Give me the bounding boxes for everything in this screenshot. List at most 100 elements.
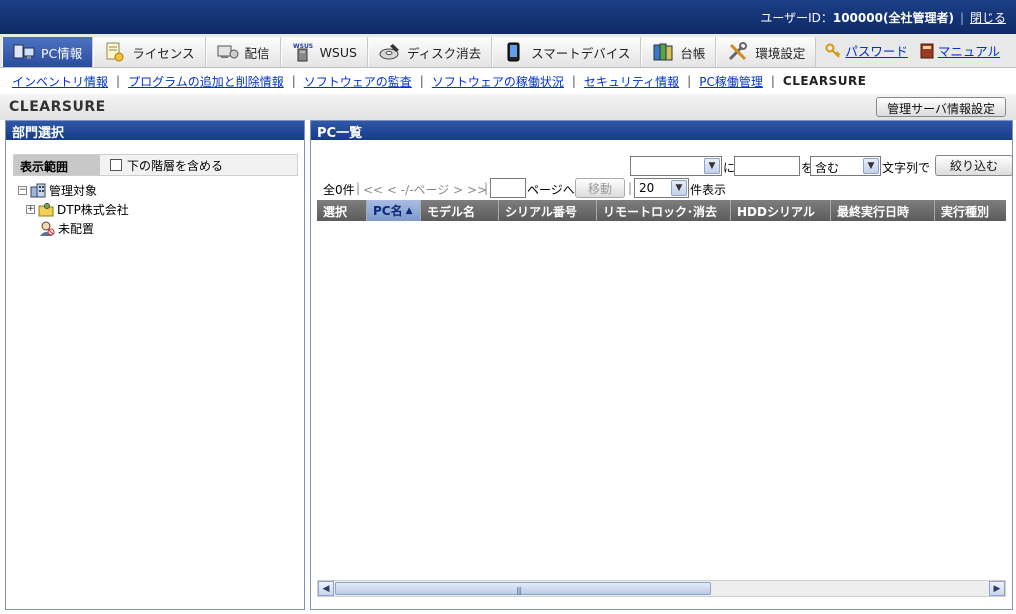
tab-label: ディスク消去 [406,45,482,61]
server-info-settings-button[interactable]: 管理サーバ情報設定 [876,97,1006,117]
subnav-inventory[interactable]: インベントリ情報 [12,73,116,90]
department-tree: − 管理対象 + DTP株式会社 未配置 [18,181,129,238]
key-icon [825,43,841,58]
tab-settings[interactable]: 環境設定 [716,37,817,67]
tree-node-unassigned[interactable]: 未配置 [18,219,129,238]
header-links: パスワード マニュアル [825,34,1016,67]
tree-label: DTP株式会社 [57,203,129,217]
tab-label: PC情報 [41,45,83,61]
column-model[interactable]: モデル名 [421,200,499,221]
pc-list-panel-title: PC一覧 [311,121,1012,141]
tab-label: WSUS [319,44,357,60]
chevron-down-icon: ▼ [863,158,879,174]
pc-info-icon [13,44,35,59]
column-remote-lock[interactable]: リモートロック･消去 [597,200,731,221]
department-panel: 部門選択 表示範囲 下の階層を含める − 管理対象 + DTP株式会社 未配置 [5,120,305,610]
tab-wsus[interactable]: WSUS WSUS [280,37,368,67]
separator: | [959,10,964,25]
subnav-current: CLEARSURE [782,74,867,88]
per-page-select[interactable]: 20 ▼ [634,178,689,198]
smart-device-icon [507,42,520,62]
column-run-type[interactable]: 実行種別 [935,200,1006,221]
expand-icon[interactable]: + [26,205,35,214]
tree-node-root[interactable]: − 管理対象 [18,181,129,200]
match-mode-value: 含む [815,161,840,175]
separator: | [484,181,489,195]
tree-label: 未配置 [58,222,95,236]
pc-table-header: 選択 PC名 ▲ モデル名 シリアル番号 リモートロック･消去 HDDシリアル … [317,200,1006,221]
scrollbar-thumb[interactable]: ||| [335,582,711,595]
page-navigation[interactable]: << < -/-ページ > >> [363,181,487,198]
column-serial[interactable]: シリアル番号 [499,200,597,221]
filter-suffix-label: 文字列で [882,161,931,175]
page-number-input[interactable] [490,178,526,198]
horizontal-scrollbar[interactable]: ◀ ||| ▶ [317,580,1006,597]
tab-pc-info[interactable]: PC情報 [2,37,94,67]
scroll-left-icon[interactable]: ◀ [318,581,334,596]
sort-ascending-icon: ▲ [405,205,413,216]
user-label: ユーザーID： [760,11,833,25]
manual-link[interactable]: マニュアル [920,41,1000,60]
apply-filter-button[interactable]: 絞り込む [935,155,1014,176]
pc-table-body [317,221,1006,579]
manual-book-icon [920,43,934,58]
tab-smart-device[interactable]: スマートデバイス [492,37,642,67]
user-info: ユーザーID： 100000(全社管理者) | 閉じる [760,9,1006,26]
scroll-right-icon[interactable]: ▶ [989,581,1005,596]
unassigned-user-icon [40,221,55,236]
tab-delivery[interactable]: 配信 [205,37,281,67]
scope-row: 表示範囲 下の階層を含める [13,154,298,176]
include-sublevels-label: 下の階層を含める [127,158,224,173]
filter-field-select[interactable]: ▼ [630,156,722,176]
tree-node-company[interactable]: + DTP株式会社 [18,200,129,219]
move-button[interactable]: 移動 [575,178,626,198]
chevron-down-icon: ▼ [671,180,687,196]
tab-label: ライセンス [132,45,195,61]
separator: | [356,181,361,195]
sub-navigation: インベントリ情報 | プログラムの追加と削除情報 | ソフトウェアの監査 | ソ… [0,68,1016,94]
subnav-software-usage[interactable]: ソフトウェアの稼働状況 [424,73,572,90]
column-select[interactable]: 選択 [317,200,367,221]
subnav-security[interactable]: セキュリティ情報 [576,73,687,90]
tab-license[interactable]: ライセンス [93,37,206,67]
chevron-down-icon: ▼ [704,158,720,174]
tab-ledger[interactable]: 台帳 [641,37,717,67]
manual-label: マニュアル [937,44,1000,59]
subnav-pc-operation[interactable]: PC稼働管理 [691,73,771,90]
separator: | [628,181,633,195]
match-mode-select[interactable]: 含む ▼ [810,156,881,176]
tab-label: スマートデバイス [531,45,631,61]
include-sublevels-option[interactable]: 下の階層を含める [100,155,297,175]
subnav-software-audit[interactable]: ソフトウェアの監査 [296,73,420,90]
tab-label: 配信 [244,45,270,61]
per-page-value: 20 [639,181,655,195]
user-id: 100000(全社管理者) [832,11,954,25]
tab-label: 台帳 [680,45,706,61]
include-sublevels-checkbox[interactable] [110,159,122,171]
column-last-run[interactable]: 最終実行日時 [831,200,935,221]
column-pc-name[interactable]: PC名 ▲ [367,200,421,221]
close-link[interactable]: 閉じる [970,9,1006,26]
page-title: CLEARSURE [9,99,106,115]
filter-text-input[interactable] [734,156,800,176]
main-tabs: PC情報 ライセンス 配信 WSUS WSUS ディスク消去 スマートデバイス … [0,34,1016,68]
settings-tools-icon [729,42,748,61]
total-count: 全0件 [323,183,355,197]
wsus-icon: WSUS [293,43,313,62]
subnav-programs[interactable]: プログラムの追加と削除情報 [120,73,292,90]
tab-disk-erase[interactable]: ディスク消去 [367,37,493,67]
disk-erase-icon [379,44,399,60]
password-link[interactable]: パスワード [825,41,908,60]
department-panel-title: 部門選択 [6,121,304,141]
folder-users-icon [38,203,54,217]
collapse-icon[interactable]: − [18,186,27,195]
ledger-icon [653,43,673,61]
column-hdd-serial[interactable]: HDDシリアル [731,200,831,221]
scope-label: 表示範囲 [14,155,100,175]
column-label: PC名 [373,204,403,218]
page-title-bar: CLEARSURE 管理サーバ情報設定 [0,94,1016,120]
tab-label: 環境設定 [755,45,806,61]
delivery-icon [217,45,239,59]
tree-label: 管理対象 [49,184,98,198]
password-label: パスワード [845,44,908,59]
